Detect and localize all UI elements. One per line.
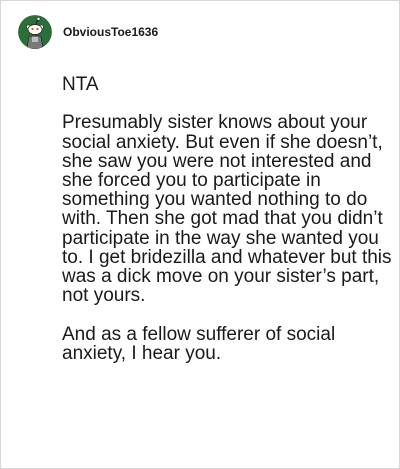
comment-card: ObviousToe1636 NTA Presumably sister kno…: [0, 0, 400, 469]
comment-paragraph-closing: And as a fellow sufferer of social anxie…: [62, 323, 336, 364]
comment-body: NTA Presumably sister knows about your s…: [62, 75, 397, 382]
comment-header: ObviousToe1636: [18, 15, 158, 49]
comment-paragraph-main: Presumably sister knows about your socia…: [62, 112, 392, 307]
username[interactable]: ObviousToe1636: [63, 25, 158, 39]
comment-paragraph-verdict: NTA: [62, 74, 99, 95]
snoo-avatar-icon[interactable]: [18, 15, 52, 49]
